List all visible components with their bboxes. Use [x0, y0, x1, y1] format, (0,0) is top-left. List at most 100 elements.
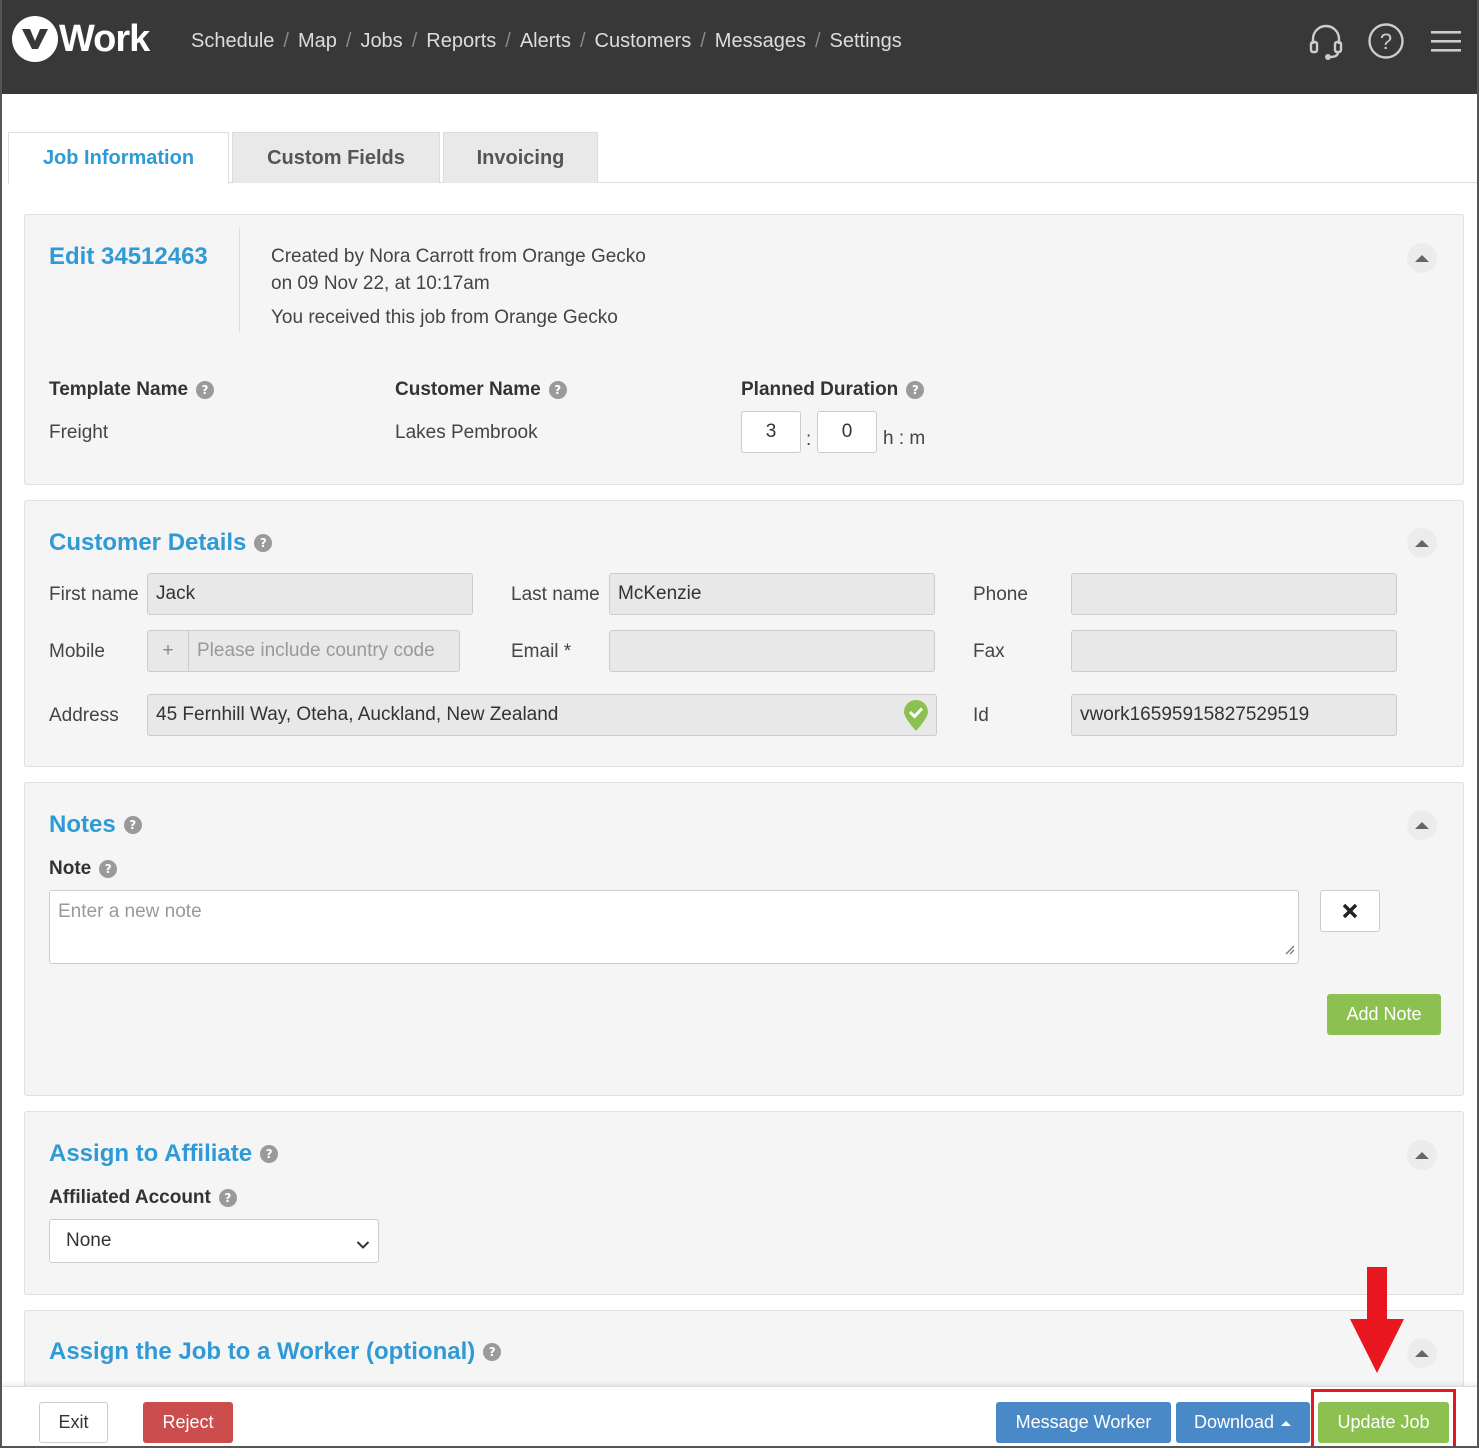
template-name-value: Freight [49, 422, 109, 443]
help-icon[interactable]: ? [548, 381, 567, 399]
help-icon[interactable]: ? [99, 860, 118, 878]
exit-button[interactable]: Exit [39, 1402, 108, 1443]
note-label: Note? [49, 858, 118, 880]
mobile-label: Mobile [49, 641, 105, 662]
address-input[interactable]: 45 Fernhill Way, Oteha, Auckland, New Ze… [147, 694, 937, 736]
phone-input[interactable] [1071, 573, 1397, 615]
collapse-icon[interactable] [1407, 1338, 1437, 1368]
job-info-panel: Edit 34512463 Created by Nora Carrott fr… [24, 214, 1464, 485]
help-icon[interactable]: ? [483, 1343, 502, 1361]
logo-v-icon [12, 16, 58, 62]
location-verified-icon [902, 700, 930, 738]
customer-name-value: Lakes Pembrook [395, 422, 538, 443]
nav-schedule[interactable]: Schedule [191, 30, 274, 53]
add-note-button[interactable]: Add Note [1327, 994, 1441, 1035]
action-bar: Exit Reject Message Worker Download Upda… [0, 1386, 1479, 1448]
caret-up-icon [1281, 1420, 1292, 1426]
email-input[interactable] [609, 630, 935, 672]
id-label: Id [973, 705, 989, 726]
logo-text: Work [59, 17, 150, 60]
mobile-prefix: + [147, 630, 189, 672]
nav-separator: / [345, 30, 352, 52]
mobile-input[interactable]: Please include country code [188, 630, 460, 672]
duration-minutes-input[interactable]: 0 [817, 411, 877, 453]
note-placeholder: Enter a new note [58, 901, 202, 922]
last-name-input[interactable]: McKenzie [609, 573, 935, 615]
address-label: Address [49, 705, 119, 726]
first-name-input[interactable]: Jack [147, 573, 473, 615]
clear-note-button[interactable] [1320, 890, 1380, 932]
message-worker-button[interactable]: Message Worker [996, 1402, 1171, 1443]
help-icon[interactable]: ? [254, 534, 273, 552]
assign-affiliate-title: Assign to Affiliate? [49, 1140, 279, 1168]
download-button[interactable]: Download [1176, 1402, 1310, 1443]
assign-worker-title: Assign the Job to a Worker (optional)? [49, 1338, 502, 1366]
headset-icon[interactable] [1307, 22, 1345, 60]
down-arrow-annotation-icon [1350, 1267, 1404, 1381]
email-label: Email * [511, 641, 572, 662]
affiliate-panel: Assign to Affiliate? Affiliated Account?… [24, 1111, 1464, 1295]
nav-customers[interactable]: Customers [595, 30, 692, 53]
svg-text:?: ? [1380, 29, 1392, 54]
tab-job-information[interactable]: Job Information [8, 132, 229, 184]
top-navbar: Work Schedule / Map / Jobs / Reports / Alert… [0, 0, 1479, 94]
help-circle-icon[interactable]: ? [1367, 22, 1405, 60]
nav-separator: / [579, 30, 586, 52]
divider [239, 227, 240, 332]
template-name-label: Template Name? [49, 379, 215, 401]
tab-custom-fields[interactable]: Custom Fields [232, 132, 440, 183]
tab-bar: Job Information Custom Fields Invoicing [8, 132, 1477, 184]
nav-separator: / [411, 30, 418, 52]
close-icon [1342, 903, 1358, 919]
first-name-label: First name [49, 584, 139, 605]
nav-settings[interactable]: Settings [830, 30, 902, 53]
top-icons: ? [1307, 22, 1465, 60]
nav-separator: / [700, 30, 706, 52]
nav-separator: / [814, 30, 821, 52]
job-edit-title: Edit 34512463 [49, 243, 208, 270]
nav-separator: / [283, 30, 289, 52]
nav-alerts[interactable]: Alerts [520, 30, 571, 53]
help-icon[interactable]: ? [260, 1145, 279, 1163]
affiliated-account-select[interactable]: None [49, 1219, 379, 1263]
vwork-logo[interactable]: Work [12, 16, 150, 62]
collapse-icon[interactable] [1407, 243, 1437, 273]
duration-hours-input[interactable]: 3 [741, 411, 801, 453]
reject-button[interactable]: Reject [143, 1402, 233, 1443]
customer-name-label: Customer Name? [395, 379, 567, 401]
collapse-icon[interactable] [1407, 1140, 1437, 1170]
help-icon[interactable]: ? [218, 1189, 237, 1207]
planned-duration-label: Planned Duration? [741, 379, 925, 401]
collapse-icon[interactable] [1407, 528, 1437, 558]
last-name-label: Last name [511, 584, 600, 605]
chevron-down-icon [356, 1234, 370, 1256]
resize-handle-icon[interactable] [1283, 939, 1295, 961]
help-icon[interactable]: ? [123, 816, 142, 834]
notes-title: Notes? [49, 811, 142, 839]
nav-map[interactable]: Map [298, 30, 337, 53]
duration-separator: : [806, 429, 812, 450]
help-icon[interactable]: ? [906, 381, 925, 399]
fax-label: Fax [973, 641, 1005, 662]
customer-details-panel: Customer Details? First name Jack Last n… [24, 500, 1464, 767]
collapse-icon[interactable] [1407, 810, 1437, 840]
nav-reports[interactable]: Reports [426, 30, 496, 53]
id-input[interactable]: vwork16595915827529519 [1071, 694, 1397, 736]
affiliated-account-label: Affiliated Account? [49, 1187, 237, 1209]
main-nav: Schedule / Map / Jobs / Reports / Alerts / Cu… [191, 30, 902, 53]
nav-jobs[interactable]: Jobs [360, 30, 402, 53]
download-label: Download [1193, 1412, 1275, 1432]
fax-input[interactable] [1071, 630, 1397, 672]
created-by-text: Created by Nora Carrott from Orange Geck… [271, 246, 646, 267]
address-value: 45 Fernhill Way, Oteha, Auckland, New Ze… [156, 704, 559, 725]
tab-invoicing[interactable]: Invoicing [443, 132, 598, 183]
hamburger-menu-icon[interactable] [1427, 22, 1465, 60]
customer-details-title: Customer Details? [49, 529, 273, 557]
help-icon[interactable]: ? [196, 381, 215, 399]
notes-panel: Notes? Note? Enter a new note Add Note [24, 782, 1464, 1096]
note-textarea[interactable]: Enter a new note [49, 890, 1299, 964]
nav-messages[interactable]: Messages [715, 30, 806, 53]
affiliated-account-value: None [66, 1230, 112, 1251]
duration-unit-label: h : m [883, 428, 926, 449]
update-job-button[interactable]: Update Job [1318, 1402, 1449, 1443]
